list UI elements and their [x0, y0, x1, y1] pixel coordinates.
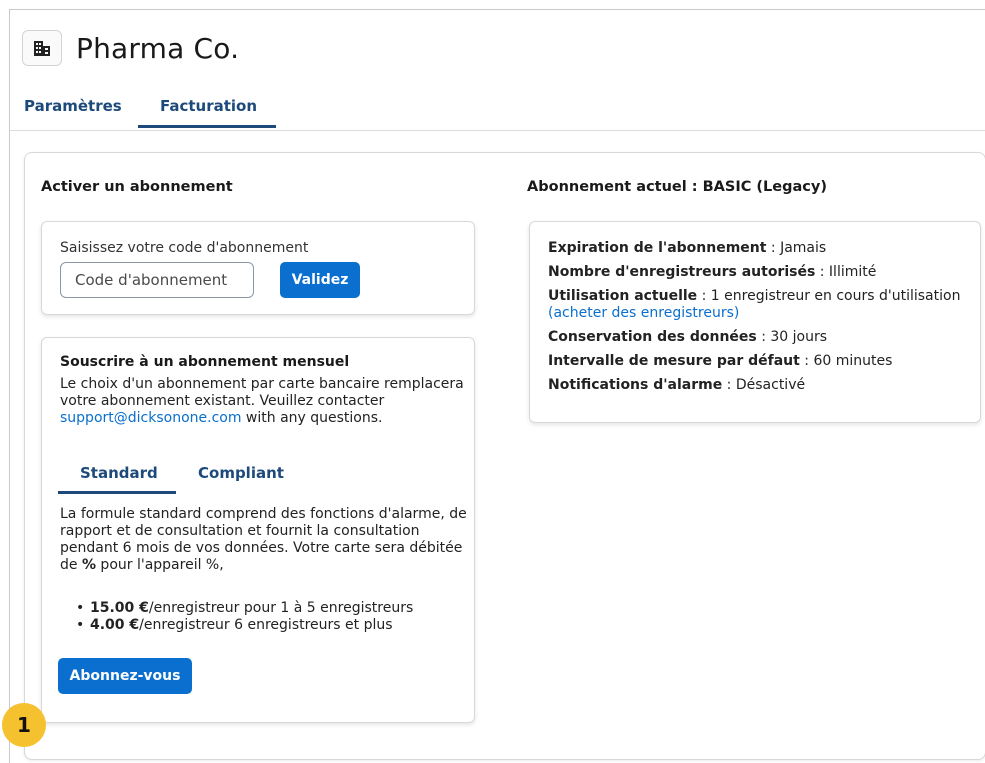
detail-label: Expiration de l'abonnement [548, 240, 767, 256]
current-plan-details: Expiration de l'abonnement : Jamais Nomb… [548, 240, 968, 401]
detail-value: : Jamais [766, 240, 827, 256]
detail-retention: Conservation des données : 30 jours [548, 329, 968, 346]
detail-value: : Illimité [815, 264, 877, 280]
plan-desc-bold: % [81, 557, 96, 573]
tab-standard[interactable]: Standard [80, 464, 158, 482]
detail-label: Conservation des données [548, 329, 757, 345]
current-plan-card: Expiration de l'abonnement : Jamais Nomb… [529, 221, 981, 423]
detail-label: Notifications d'alarme [548, 377, 723, 393]
subscribe-button[interactable]: Abonnez-vous [58, 658, 192, 694]
subscription-code-card: Saisissez votre code d'abonnement Valide… [41, 221, 475, 315]
monthly-subscription-card: Souscrire à un abonnement mensuel Le cho… [41, 337, 475, 723]
buy-loggers-link[interactable]: (acheter des enregistreurs) [548, 305, 739, 321]
page-header: Pharma Co. [22, 30, 239, 66]
step-marker-badge: 1 [2, 703, 46, 747]
current-plan-title: Abonnement actuel : BASIC (Legacy) [527, 179, 827, 195]
detail-interval: Intervalle de mesure par défaut : 60 min… [548, 353, 968, 370]
price-text: /enregistreur pour 1 à 5 enregistreurs [148, 600, 414, 616]
detail-label: Utilisation actuelle [548, 288, 698, 304]
subscription-code-input[interactable] [60, 262, 254, 298]
detail-current-usage: Utilisation actuelle : 1 enregistreur en… [548, 288, 968, 322]
detail-alarm-notifications: Notifications d'alarme : Désactivé [548, 377, 968, 394]
tab-parametres[interactable]: Paramètres [24, 97, 122, 115]
price-amount: 15.00 € [90, 600, 149, 616]
validate-button[interactable]: Validez [280, 262, 360, 298]
plan-tabs: Standard Compliant [58, 456, 458, 496]
detail-value: : 60 minutes [799, 353, 893, 369]
detail-value: : 1 enregistreur en cours d'utilisation [697, 288, 961, 304]
detail-allowed-loggers: Nombre d'enregistreurs autorisés : Illim… [548, 264, 968, 281]
monthly-title: Souscrire à un abonnement mensuel [60, 354, 350, 370]
list-item: 4.00 €/enregistreur 6 enregistreurs et p… [76, 617, 413, 634]
detail-expiration: Expiration de l'abonnement : Jamais [548, 240, 968, 257]
monthly-desc-text: Le choix d'un abonnement par carte banca… [60, 376, 464, 409]
list-item: 15.00 €/enregistreur pour 1 à 5 enregist… [76, 600, 413, 617]
detail-value: : 30 jours [756, 329, 828, 345]
detail-label: Nombre d'enregistreurs autorisés [548, 264, 816, 280]
tab-facturation[interactable]: Facturation [160, 97, 257, 115]
support-email-link[interactable]: support@dicksonone.com [60, 410, 241, 426]
tab-compliant[interactable]: Compliant [198, 464, 284, 482]
monthly-description: Le choix d'un abonnement par carte banca… [60, 376, 470, 427]
detail-label: Intervalle de mesure par défaut [548, 353, 800, 369]
price-amount: 4.00 € [90, 617, 140, 633]
building-icon [22, 30, 62, 66]
code-label: Saisissez votre code d'abonnement [60, 240, 309, 256]
app-frame: Pharma Co. Paramètres Facturation Active… [9, 9, 985, 763]
main-tabs: Paramètres Facturation [10, 93, 985, 131]
billing-panel: Activer un abonnement Saisissez votre co… [24, 152, 985, 760]
plan-description: La formule standard comprend des fonctio… [60, 506, 472, 574]
monthly-desc-tail: with any questions. [241, 410, 383, 426]
page-title: Pharma Co. [76, 31, 240, 65]
plan-desc-tail: pour l'appareil %, [95, 557, 224, 573]
price-text: /enregistreur 6 enregistreurs et plus [139, 617, 393, 633]
detail-value: : Désactivé [722, 377, 806, 393]
active-tab-indicator [138, 125, 276, 128]
active-plan-tab-indicator [58, 491, 176, 494]
price-list: 15.00 €/enregistreur pour 1 à 5 enregist… [76, 600, 413, 634]
activate-title: Activer un abonnement [41, 179, 233, 195]
